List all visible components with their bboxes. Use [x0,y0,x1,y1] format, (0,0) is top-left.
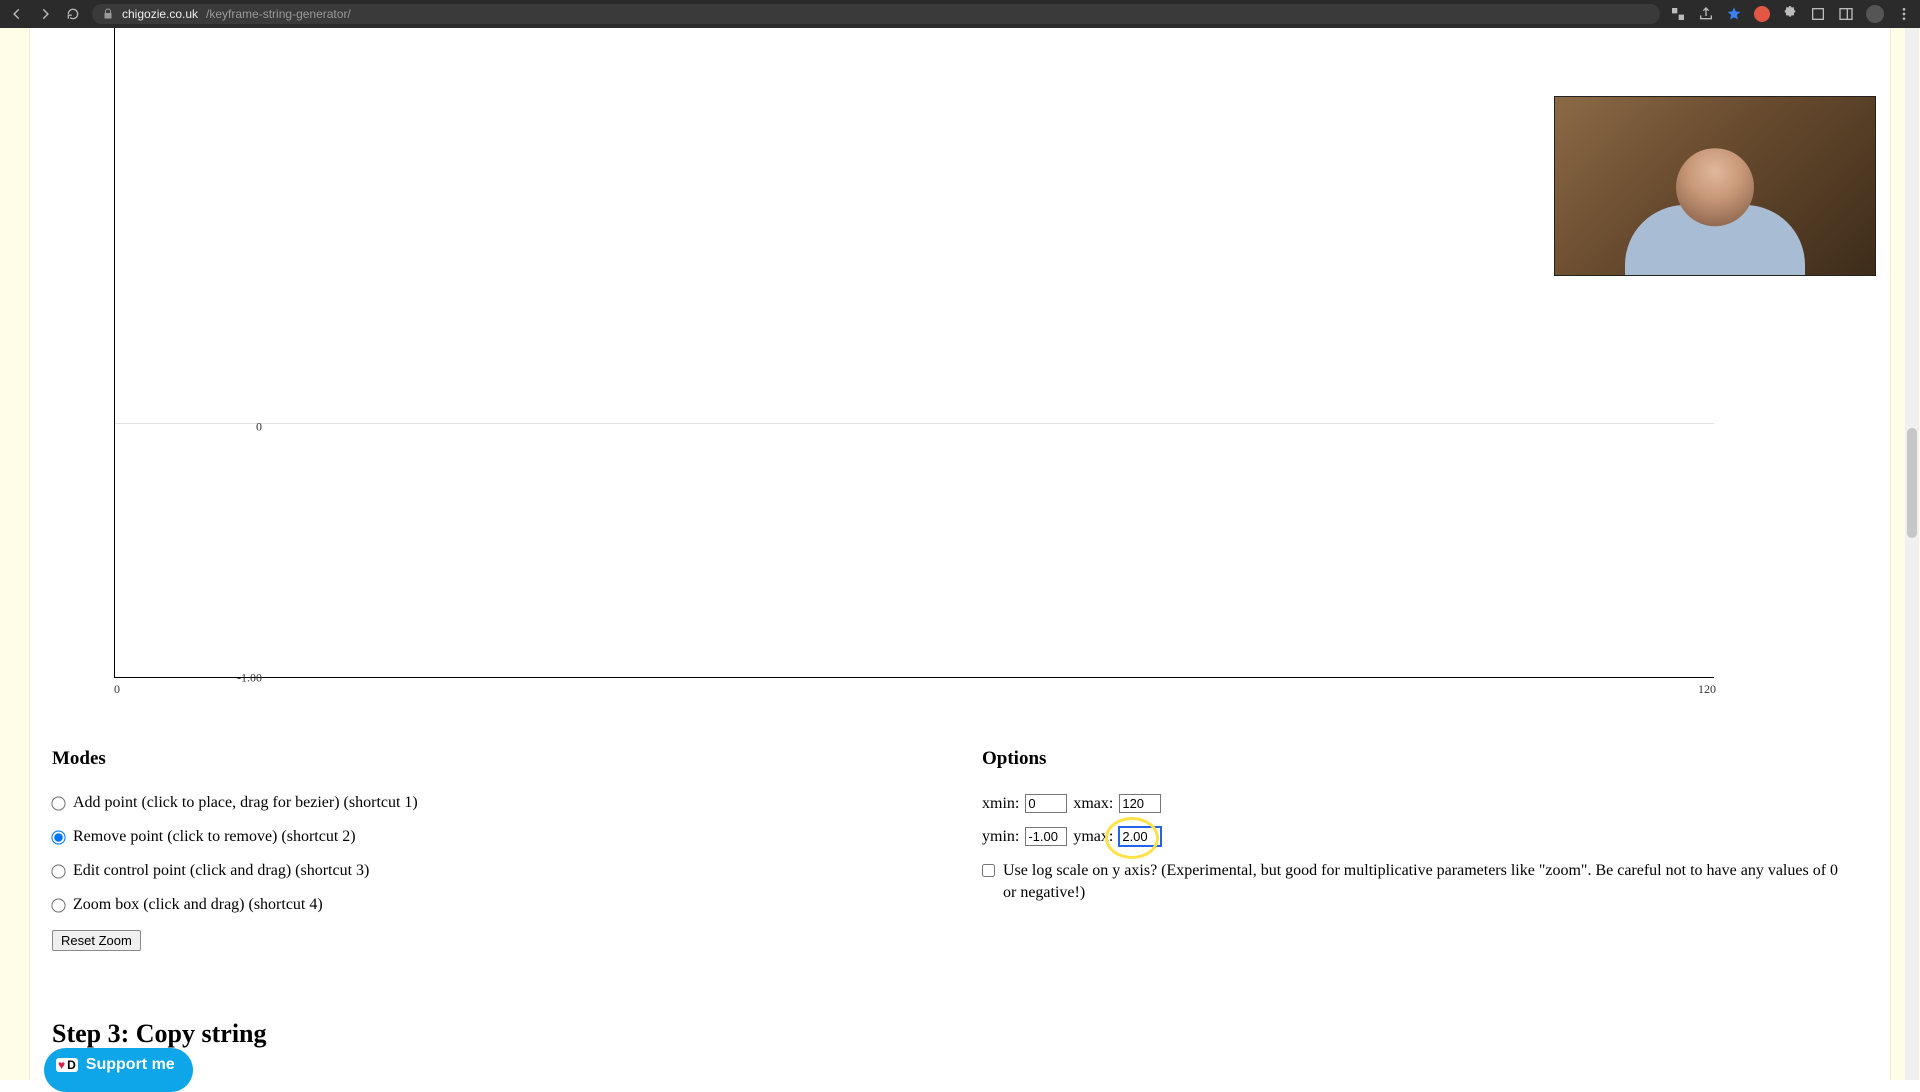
support-me-button[interactable]: ♥D Support me [44,1048,193,1092]
xtick-120: 120 [1698,682,1716,697]
extension-square-icon[interactable] [1810,6,1826,22]
forward-button[interactable] [36,5,54,23]
controls-row: Modes Add point (click to place, drag fo… [52,748,1868,951]
share-icon[interactable] [1698,6,1714,22]
mode-edit-control-radio[interactable] [51,864,65,878]
modes-column: Modes Add point (click to place, drag fo… [52,748,922,951]
xmin-input[interactable] [1025,794,1067,813]
page-body: 0 -1.00 0 120 Modes Add point (click to … [0,28,1920,1080]
scrollbar-thumb[interactable] [1907,428,1917,538]
browser-toolbar: chigozie.co.uk/keyframe-string-generator… [0,0,1920,28]
mode-remove-point-radio[interactable] [51,830,65,844]
ymax-input[interactable] [1119,827,1161,846]
xmax-label: xmax: [1073,795,1113,813]
extension-red-icon[interactable] [1754,6,1770,22]
sidepanel-icon[interactable] [1838,6,1854,22]
mode-edit-control-label: Edit control point (click and drag) (sho… [73,862,369,880]
bookmark-star-icon[interactable] [1726,6,1742,22]
ytick-0: 0 [256,420,262,435]
lock-icon [102,8,114,20]
ytick-neg1: -1.00 [237,671,262,686]
ymin-label: ymin: [982,828,1019,846]
ymin-input[interactable] [1025,827,1067,846]
gridline-zero [115,423,1714,424]
mode-add-point-label: Add point (click to place, drag for bezi… [73,794,418,812]
reset-zoom-button[interactable]: Reset Zoom [52,930,141,951]
options-title: Options [982,748,1852,770]
translate-icon[interactable] [1670,6,1686,22]
webcam-person [1625,205,1805,275]
mode-edit-control[interactable]: Edit control point (click and drag) (sho… [52,862,922,880]
ymax-label: ymax: [1073,828,1113,846]
step3-heading: Step 3: Copy string [52,1019,1868,1049]
back-button[interactable] [8,5,26,23]
options-column: Options xmin: xmax: ymin: ymax: Use [982,748,1852,951]
log-scale-checkbox[interactable] [982,864,995,877]
xmax-input[interactable] [1119,794,1161,813]
profile-avatar[interactable] [1866,5,1884,23]
mode-add-point-radio[interactable] [51,796,65,810]
mode-zoom-box-label: Zoom box (click and drag) (shortcut 4) [73,896,323,914]
kebab-menu-icon[interactable] [1896,6,1912,22]
log-scale-label: Use log scale on y axis? (Experimental, … [1003,860,1842,903]
mode-zoom-box-radio[interactable] [51,898,65,912]
reload-button[interactable] [64,5,82,23]
address-bar[interactable]: chigozie.co.uk/keyframe-string-generator… [92,4,1660,24]
modes-title: Modes [52,748,922,770]
support-label: Support me [86,1056,175,1074]
xmin-label: xmin: [982,795,1019,813]
vertical-scrollbar[interactable] [1905,28,1919,1080]
mode-remove-point-label: Remove point (click to remove) (shortcut… [73,828,356,846]
mode-zoom-box[interactable]: Zoom box (click and drag) (shortcut 4) [52,896,922,914]
url-host: chigozie.co.uk [122,7,198,21]
chart-canvas[interactable] [114,28,1714,678]
xtick-0: 0 [114,682,120,697]
support-heart-icon: ♥D [56,1058,78,1072]
url-path: /keyframe-string-generator/ [206,7,351,21]
toolbar-extensions [1670,5,1912,23]
y-range-row: ymin: ymax: [982,827,1852,846]
log-scale-row[interactable]: Use log scale on y axis? (Experimental, … [982,860,1842,903]
mode-remove-point[interactable]: Remove point (click to remove) (shortcut… [52,828,922,846]
extensions-puzzle-icon[interactable] [1782,6,1798,22]
x-range-row: xmin: xmax: [982,794,1852,813]
webcam-overlay [1554,96,1876,276]
mode-add-point[interactable]: Add point (click to place, drag for bezi… [52,794,922,812]
